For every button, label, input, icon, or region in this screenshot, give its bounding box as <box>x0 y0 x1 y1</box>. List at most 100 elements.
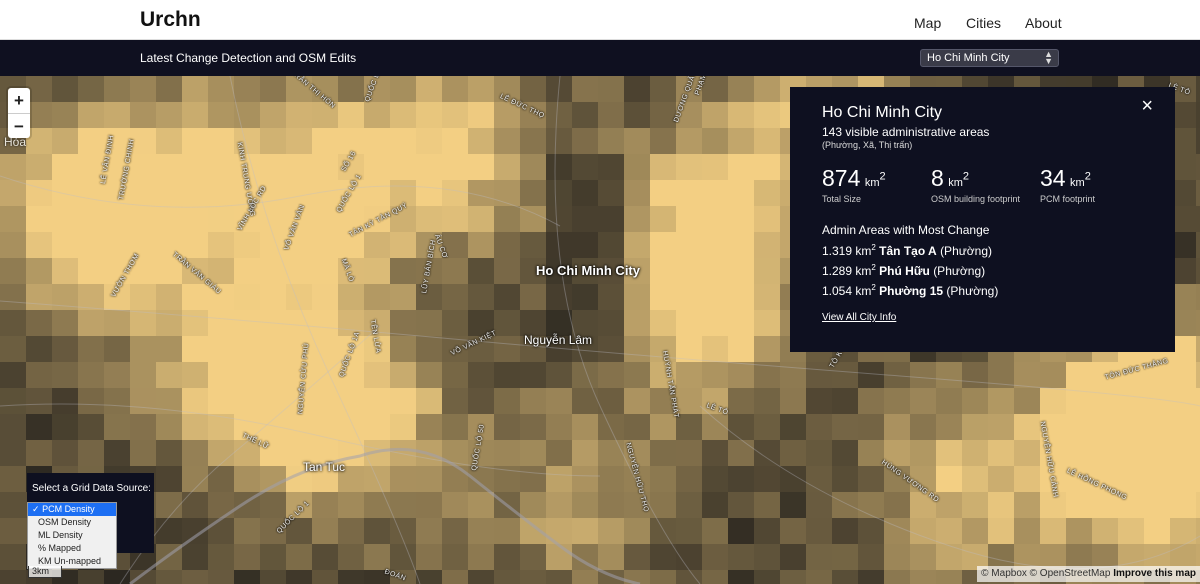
grid-cell <box>1196 76 1200 102</box>
zoom-out-button[interactable]: − <box>8 113 30 138</box>
grid-cell <box>156 284 182 310</box>
grid-cell <box>364 128 390 154</box>
grid-cell <box>546 362 572 388</box>
grid-cell <box>130 154 156 180</box>
grid-cell <box>312 570 338 584</box>
city-select-value: Ho Chi Minh City <box>927 52 1010 64</box>
grid-cell <box>598 518 624 544</box>
grid-cell <box>598 492 624 518</box>
change-area-name: Tân Tạo A <box>879 244 937 258</box>
grid-cell <box>702 258 728 284</box>
grid-cell <box>416 492 442 518</box>
change-row: 1.319 km2 Tân Tạo A (Phường) <box>822 243 992 258</box>
grid-cell <box>676 414 702 440</box>
grid-cell <box>624 206 650 232</box>
grid-cell <box>104 440 130 466</box>
grid-cell <box>0 414 26 440</box>
grid-source-option-osm[interactable]: OSM Density <box>28 516 116 529</box>
grid-cell <box>650 466 676 492</box>
city-info-panel: × Ho Chi Minh City 143 visible administr… <box>790 87 1175 352</box>
grid-cell <box>988 466 1014 492</box>
grid-cell <box>494 544 520 570</box>
grid-cell <box>806 570 832 584</box>
grid-cell <box>598 284 624 310</box>
map-attribution[interactable]: © Mapbox © OpenStreetMap Improve this ma… <box>977 566 1200 582</box>
close-icon[interactable]: × <box>1141 95 1153 118</box>
grid-cell <box>806 518 832 544</box>
grid-cell <box>182 336 208 362</box>
city-select[interactable]: Ho Chi Minh City ▲ ▼ <box>920 49 1059 67</box>
grid-cell <box>364 284 390 310</box>
grid-cell <box>650 518 676 544</box>
grid-cell <box>1118 440 1144 466</box>
grid-cell <box>286 258 312 284</box>
grid-cell <box>520 570 546 584</box>
grid-cell <box>650 180 676 206</box>
grid-source-option-pcm[interactable]: ✓ PCM Density <box>28 503 116 516</box>
grid-cell <box>1196 232 1200 258</box>
grid-cell <box>208 258 234 284</box>
grid-cell <box>520 76 546 102</box>
grid-cell <box>0 362 26 388</box>
grid-cell <box>260 336 286 362</box>
grid-cell <box>728 466 754 492</box>
grid-cell <box>468 258 494 284</box>
grid-source-dropdown[interactable]: ✓ PCM Density OSM Density ML Density % M… <box>27 502 117 569</box>
grid-cell <box>312 544 338 570</box>
grid-cell <box>832 518 858 544</box>
grid-cell <box>1144 388 1170 414</box>
nav-map[interactable]: Map <box>914 15 941 31</box>
grid-cell <box>780 544 806 570</box>
grid-cell <box>1196 102 1200 128</box>
zoom-in-button[interactable]: + <box>8 88 30 113</box>
grid-cell <box>520 284 546 310</box>
grid-cell <box>1196 336 1200 362</box>
grid-cell <box>468 518 494 544</box>
panel-city-name: Ho Chi Minh City <box>822 104 943 121</box>
grid-cell <box>624 388 650 414</box>
grid-cell <box>520 232 546 258</box>
grid-cell <box>468 102 494 128</box>
grid-cell <box>780 388 806 414</box>
grid-cell <box>1144 440 1170 466</box>
grid-cell <box>416 362 442 388</box>
stat-unit: km <box>948 177 963 189</box>
visible-areas-count: 143 visible administrative areas <box>822 125 990 139</box>
grid-source-option-mapped[interactable]: % Mapped <box>28 542 116 555</box>
grid-cell <box>936 570 962 584</box>
grid-cell <box>182 102 208 128</box>
nav-cities[interactable]: Cities <box>966 15 1001 31</box>
grid-cell <box>884 570 910 584</box>
grid-cell <box>1196 180 1200 206</box>
grid-cell <box>78 232 104 258</box>
grid-cell <box>260 128 286 154</box>
grid-cell <box>26 362 52 388</box>
grid-source-title: Select a Grid Data Source: <box>32 483 151 494</box>
grid-cell <box>260 362 286 388</box>
grid-cell <box>702 310 728 336</box>
grid-cell <box>52 180 78 206</box>
map-scale: 3km <box>28 566 62 578</box>
grid-cell <box>676 232 702 258</box>
grid-cell <box>702 232 728 258</box>
grid-cell <box>234 258 260 284</box>
grid-cell <box>806 440 832 466</box>
brand-logo[interactable]: Urchn <box>140 8 201 32</box>
grid-source-option-ml[interactable]: ML Density <box>28 529 116 542</box>
grid-cell <box>364 180 390 206</box>
grid-cell <box>312 336 338 362</box>
grid-cell <box>884 518 910 544</box>
grid-cell <box>312 258 338 284</box>
grid-cell <box>338 76 364 102</box>
view-all-city-info-link[interactable]: View All City Info <box>822 312 896 323</box>
nav-about[interactable]: About <box>1025 15 1062 31</box>
grid-cell <box>598 232 624 258</box>
stat-osm-footprint: 8 km2 OSM building footprint <box>931 165 1020 204</box>
grid-cell <box>650 154 676 180</box>
grid-cell <box>494 258 520 284</box>
grid-cell <box>260 284 286 310</box>
grid-cell <box>936 388 962 414</box>
grid-cell <box>156 336 182 362</box>
grid-cell <box>104 362 130 388</box>
grid-cell <box>624 76 650 102</box>
